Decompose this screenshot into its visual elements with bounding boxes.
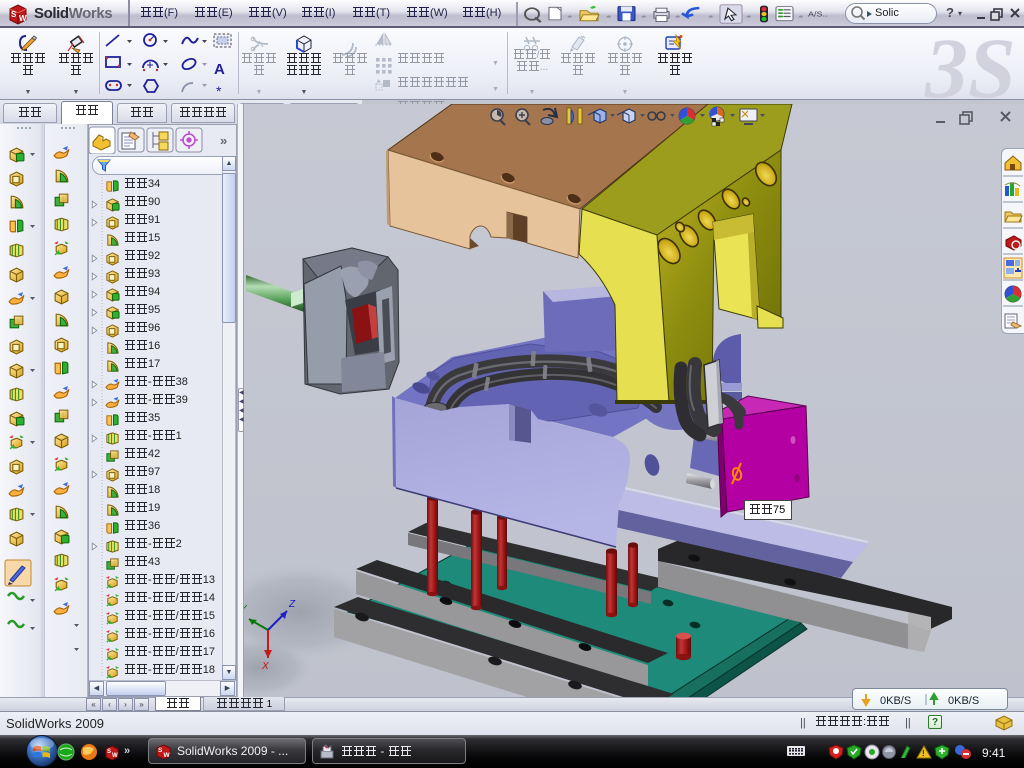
svg-text:W: W <box>112 753 118 759</box>
svg-text:S: S <box>158 747 163 754</box>
svg-text:A: A <box>214 61 225 78</box>
svg-text:Z: Z <box>288 599 296 610</box>
svg-text:S: S <box>11 10 17 19</box>
svg-text:*: * <box>216 83 222 98</box>
svg-text:W: W <box>164 752 171 759</box>
svg-text:0KB/S: 0KB/S <box>880 695 911 707</box>
svg-text:A/S..: A/S.. <box>808 10 827 18</box>
svg-text:0KB/S: 0KB/S <box>948 695 979 707</box>
svg-text:S: S <box>107 749 111 755</box>
svg-text:»: » <box>124 745 130 757</box>
svg-text:»: » <box>220 133 227 148</box>
svg-text:!: ! <box>922 749 925 758</box>
svg-text:W: W <box>19 14 27 23</box>
svg-text:X: X <box>261 661 269 672</box>
